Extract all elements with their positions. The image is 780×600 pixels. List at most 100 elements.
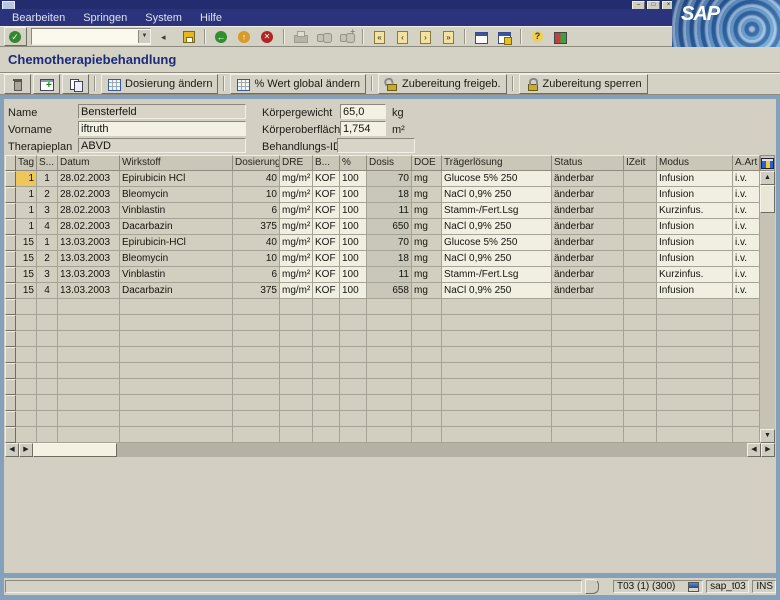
cell-wirkstoff[interactable]: Vinblastin [120, 267, 233, 283]
cell-traeger[interactable]: Stamm-/Fert.Lsg [442, 203, 552, 219]
menu-item-2[interactable]: System [145, 12, 182, 24]
cell-tag[interactable]: 1 [16, 219, 37, 235]
empty-cell[interactable] [624, 363, 657, 379]
cell-datum[interactable]: 28.02.2003 [58, 187, 120, 203]
cell-dosis[interactable]: 70 [367, 171, 412, 187]
empty-cell[interactable] [657, 347, 733, 363]
cell-datum[interactable]: 13.03.2003 [58, 283, 120, 299]
cell-b[interactable]: KOF [313, 203, 340, 219]
cell-pct[interactable]: 100 [340, 251, 367, 267]
column-header-dosierung[interactable]: Dosierung [233, 155, 280, 171]
cell-datum[interactable]: 13.03.2003 [58, 267, 120, 283]
empty-cell[interactable] [624, 347, 657, 363]
empty-cell[interactable] [233, 379, 280, 395]
cell-status[interactable]: änderbar [552, 251, 624, 267]
empty-cell[interactable] [280, 299, 313, 315]
cell-traeger[interactable]: NaCl 0,9% 250 [442, 219, 552, 235]
cell-dosierung[interactable]: 375 [233, 219, 280, 235]
row-selector[interactable] [5, 331, 16, 347]
insert-row-button[interactable] [33, 73, 60, 94]
cell-dosis[interactable]: 70 [367, 235, 412, 251]
empty-cell[interactable] [120, 427, 233, 443]
cell-izeit[interactable] [624, 171, 657, 187]
cell-wirkstoff[interactable]: Dacarbazin [120, 219, 233, 235]
empty-cell[interactable] [120, 411, 233, 427]
cell-pct[interactable]: 100 [340, 219, 367, 235]
empty-cell[interactable] [442, 299, 552, 315]
empty-cell[interactable] [16, 395, 37, 411]
cell-pct[interactable]: 100 [340, 171, 367, 187]
cell-dosierung[interactable]: 40 [233, 235, 280, 251]
cell-tag[interactable]: 15 [16, 251, 37, 267]
cell-tag[interactable]: 15 [16, 283, 37, 299]
menu-item-1[interactable]: Springen [83, 12, 127, 24]
empty-cell[interactable] [280, 331, 313, 347]
empty-cell[interactable] [552, 411, 624, 427]
empty-cell[interactable] [340, 315, 367, 331]
cell-dre[interactable]: mg/m² [280, 219, 313, 235]
empty-cell[interactable] [412, 363, 442, 379]
empty-cell[interactable] [37, 331, 58, 347]
empty-cell[interactable] [16, 411, 37, 427]
empty-cell[interactable] [16, 427, 37, 443]
command-field[interactable]: ▼ [31, 28, 151, 45]
next-page-button[interactable] [415, 28, 436, 45]
cell-izeit[interactable] [624, 251, 657, 267]
empty-cell[interactable] [412, 299, 442, 315]
cell-status[interactable]: änderbar [552, 171, 624, 187]
vorname-field[interactable] [78, 121, 246, 136]
horizontal-scrollbar[interactable]: ◀ ▶ ◀ ▶ [5, 443, 775, 457]
menu-item-3[interactable]: Hilfe [200, 12, 222, 24]
empty-cell[interactable] [412, 395, 442, 411]
empty-cell[interactable] [733, 299, 760, 315]
row-selector[interactable] [5, 267, 16, 283]
empty-cell[interactable] [733, 379, 760, 395]
cell-traeger[interactable]: NaCl 0,9% 250 [442, 251, 552, 267]
cell-aart[interactable]: i.v. [733, 203, 760, 219]
empty-cell[interactable] [313, 411, 340, 427]
empty-cell[interactable] [624, 395, 657, 411]
empty-cell[interactable] [120, 331, 233, 347]
empty-cell[interactable] [412, 427, 442, 443]
customize-layout-button[interactable] [550, 28, 571, 45]
empty-cell[interactable] [37, 379, 58, 395]
empty-cell[interactable] [37, 299, 58, 315]
cell-datum[interactable]: 28.02.2003 [58, 171, 120, 187]
behandlungs-id-field[interactable] [337, 138, 415, 153]
column-header-s[interactable]: S... [37, 155, 58, 171]
cell-status[interactable]: änderbar [552, 187, 624, 203]
copy-row-button[interactable] [62, 73, 89, 94]
empty-cell[interactable] [233, 363, 280, 379]
cell-modus[interactable]: Infusion [657, 219, 733, 235]
empty-cell[interactable] [58, 347, 120, 363]
cell-modus[interactable]: Kurzinfus. [657, 203, 733, 219]
cell-dre[interactable]: mg/m² [280, 251, 313, 267]
empty-cell[interactable] [233, 347, 280, 363]
empty-cell[interactable] [120, 347, 233, 363]
row-selector[interactable] [5, 283, 16, 299]
row-selector[interactable] [5, 379, 16, 395]
scroll-up-button[interactable]: ▲ [760, 171, 775, 185]
empty-cell[interactable] [552, 427, 624, 443]
empty-cell[interactable] [37, 363, 58, 379]
row-selector[interactable] [5, 411, 16, 427]
empty-cell[interactable] [552, 331, 624, 347]
cell-doe[interactable]: mg [412, 219, 442, 235]
cell-s[interactable]: 4 [37, 219, 58, 235]
empty-cell[interactable] [58, 411, 120, 427]
empty-cell[interactable] [657, 331, 733, 347]
cell-izeit[interactable] [624, 267, 657, 283]
cell-tag[interactable]: 15 [16, 235, 37, 251]
column-header-aart[interactable]: A.Art [733, 155, 760, 171]
empty-cell[interactable] [657, 411, 733, 427]
cell-b[interactable]: KOF [313, 267, 340, 283]
empty-cell[interactable] [367, 379, 412, 395]
empty-cell[interactable] [233, 395, 280, 411]
cell-tag[interactable]: 1 [16, 187, 37, 203]
empty-cell[interactable] [120, 395, 233, 411]
empty-cell[interactable] [16, 379, 37, 395]
cell-traeger[interactable]: Glucose 5% 250 [442, 171, 552, 187]
cell-datum[interactable]: 13.03.2003 [58, 251, 120, 267]
cell-b[interactable]: KOF [313, 219, 340, 235]
empty-cell[interactable] [16, 331, 37, 347]
